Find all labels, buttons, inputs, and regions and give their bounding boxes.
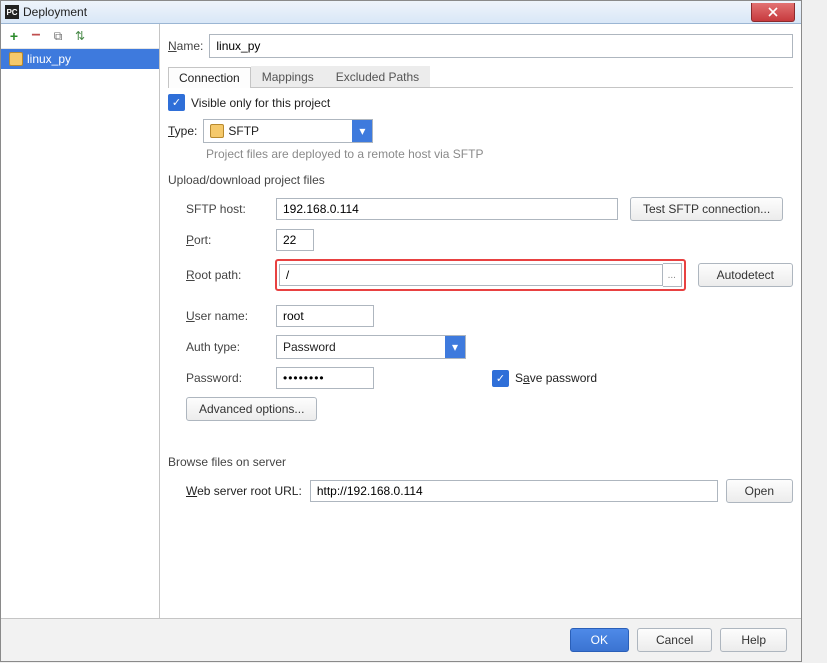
titlebar: PC Deployment <box>1 1 801 24</box>
app-icon: PC <box>5 5 19 19</box>
help-button[interactable]: Help <box>720 628 787 652</box>
root-path-input[interactable] <box>279 264 663 286</box>
tabs: Connection Mappings Excluded Paths <box>168 66 793 88</box>
username-input[interactable] <box>276 305 374 327</box>
deployment-dialog: PC Deployment + − ⧉ ⇅ linux_py Name: <box>0 0 802 662</box>
arrange-servers-button[interactable]: ⇅ <box>73 29 87 43</box>
server-list-item[interactable]: linux_py <box>1 49 159 69</box>
type-select[interactable]: SFTP ▾ <box>203 119 373 143</box>
auth-type-label: Auth type: <box>186 340 276 354</box>
copy-server-button[interactable]: ⧉ <box>51 29 65 43</box>
server-item-label: linux_py <box>27 52 71 66</box>
password-input[interactable] <box>276 367 374 389</box>
sftp-host-label: SFTP host: <box>186 202 276 216</box>
upload-section-title: Upload/download project files <box>168 173 793 187</box>
advanced-options-button[interactable]: Advanced options... <box>186 397 317 421</box>
web-url-label: Web server root URL: <box>186 484 302 498</box>
save-password-label: Save password <box>515 371 597 385</box>
remove-server-button[interactable]: − <box>29 29 43 43</box>
username-label: User name: <box>186 309 276 323</box>
cancel-button[interactable]: Cancel <box>637 628 712 652</box>
ok-button[interactable]: OK <box>570 628 629 652</box>
visible-only-label: Visible only for this project <box>191 96 330 110</box>
browse-section-title: Browse files on server <box>168 455 793 469</box>
auth-type-value: Password <box>277 340 445 354</box>
server-toolbar: + − ⧉ ⇅ <box>1 24 159 49</box>
tab-connection[interactable]: Connection <box>168 67 251 88</box>
window-title: Deployment <box>23 5 87 19</box>
chevron-down-icon: ▾ <box>352 120 372 142</box>
server-list-panel: + − ⧉ ⇅ linux_py <box>1 24 160 618</box>
sftp-icon <box>210 124 224 138</box>
type-hint: Project files are deployed to a remote h… <box>206 147 793 161</box>
password-label: Password: <box>186 371 276 385</box>
save-password-checkbox[interactable]: ✓ <box>492 370 509 387</box>
autodetect-button[interactable]: Autodetect <box>698 263 793 287</box>
dialog-footer: OK Cancel Help <box>1 618 801 661</box>
visible-only-checkbox[interactable]: ✓ <box>168 94 185 111</box>
type-label: Type: <box>168 124 197 138</box>
root-path-highlight: ... <box>275 259 686 291</box>
web-url-input[interactable] <box>310 480 718 502</box>
port-input[interactable] <box>276 229 314 251</box>
chevron-down-icon: ▾ <box>445 336 465 358</box>
auth-type-select[interactable]: Password ▾ <box>276 335 466 359</box>
name-label: Name: <box>168 39 203 53</box>
tab-mappings[interactable]: Mappings <box>251 66 325 87</box>
server-icon <box>9 52 23 66</box>
close-button[interactable] <box>751 3 795 22</box>
test-connection-button[interactable]: Test SFTP connection... <box>630 197 783 221</box>
type-value: SFTP <box>228 124 259 138</box>
close-icon <box>768 7 778 17</box>
open-button[interactable]: Open <box>726 479 793 503</box>
name-input[interactable] <box>209 34 793 58</box>
server-config-panel: Name: Connection Mappings Excluded Paths… <box>160 24 801 618</box>
port-label: Port: <box>186 233 276 247</box>
add-server-button[interactable]: + <box>7 29 21 43</box>
sftp-host-input[interactable] <box>276 198 618 220</box>
tab-excluded-paths[interactable]: Excluded Paths <box>325 66 430 87</box>
root-path-browse-button[interactable]: ... <box>663 263 682 287</box>
root-path-label: Root path: <box>186 268 275 282</box>
